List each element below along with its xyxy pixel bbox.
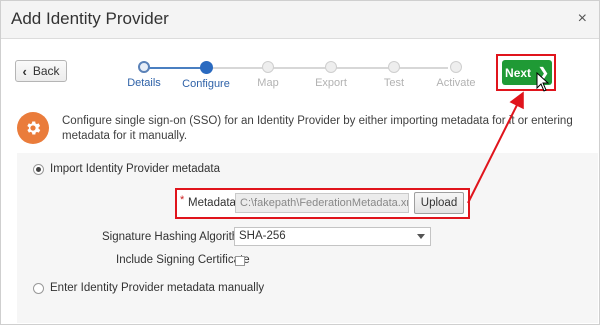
- step-dot: [199, 61, 213, 74]
- step-label: Test: [383, 77, 405, 89]
- dialog-titlebar: Add Identity Provider ×: [1, 1, 599, 39]
- hashing-algorithm-label: Signature Hashing Algorithm: [102, 231, 248, 243]
- metadata-file-field[interactable]: C:\fakepath\FederationMetadata.xml: [235, 193, 409, 213]
- step-test: Test: [364, 60, 424, 89]
- step-label: Details: [127, 77, 161, 89]
- mouse-pointer-icon: [536, 72, 550, 92]
- step-dot: [138, 61, 150, 73]
- hashing-algorithm-select[interactable]: SHA-256: [234, 227, 431, 246]
- chevron-down-icon: [417, 234, 425, 239]
- metadata-label: Metadata: [188, 197, 236, 209]
- step-details[interactable]: Details: [114, 60, 174, 89]
- signing-certificate-checkbox[interactable]: [235, 256, 245, 266]
- step-label: Configure: [182, 78, 230, 90]
- step-map: Map: [238, 60, 298, 89]
- gear-icon: [17, 112, 49, 144]
- dialog-title: Add Identity Provider: [11, 9, 169, 28]
- step-export: Export: [301, 60, 361, 89]
- back-button-label: Back: [32, 64, 60, 78]
- step-dot: [325, 61, 337, 73]
- step-configure[interactable]: Configure: [176, 60, 236, 90]
- step-label: Export: [315, 77, 347, 89]
- chevron-left-icon: ‹: [22, 63, 27, 79]
- required-marker: *: [180, 194, 185, 206]
- step-activate: Activate: [426, 60, 486, 89]
- step-label: Map: [257, 77, 279, 89]
- import-metadata-radio[interactable]: [33, 164, 44, 175]
- manual-metadata-label: Enter Identity Provider metadata manuall…: [50, 282, 265, 294]
- close-icon[interactable]: ×: [578, 10, 587, 28]
- back-button[interactable]: ‹ Back: [15, 60, 67, 82]
- hashing-algorithm-value: SHA-256: [239, 230, 286, 242]
- next-button-label: Next: [505, 65, 532, 80]
- step-dot: [450, 61, 462, 73]
- import-metadata-label: Import Identity Provider metadata: [50, 163, 221, 175]
- manual-metadata-radio[interactable]: [33, 283, 44, 294]
- upload-button[interactable]: Upload: [414, 192, 464, 214]
- description-text: Configure single sign-on (SSO) for an Id…: [62, 115, 573, 142]
- step-train: Details Configure Map Export Test Activa…: [118, 60, 478, 94]
- gear-glyph: [27, 121, 41, 135]
- step-dot: [262, 61, 274, 73]
- step-dot: [388, 61, 400, 73]
- step-label: Activate: [436, 77, 476, 89]
- signing-certificate-label: Include Signing Certificate: [116, 254, 250, 266]
